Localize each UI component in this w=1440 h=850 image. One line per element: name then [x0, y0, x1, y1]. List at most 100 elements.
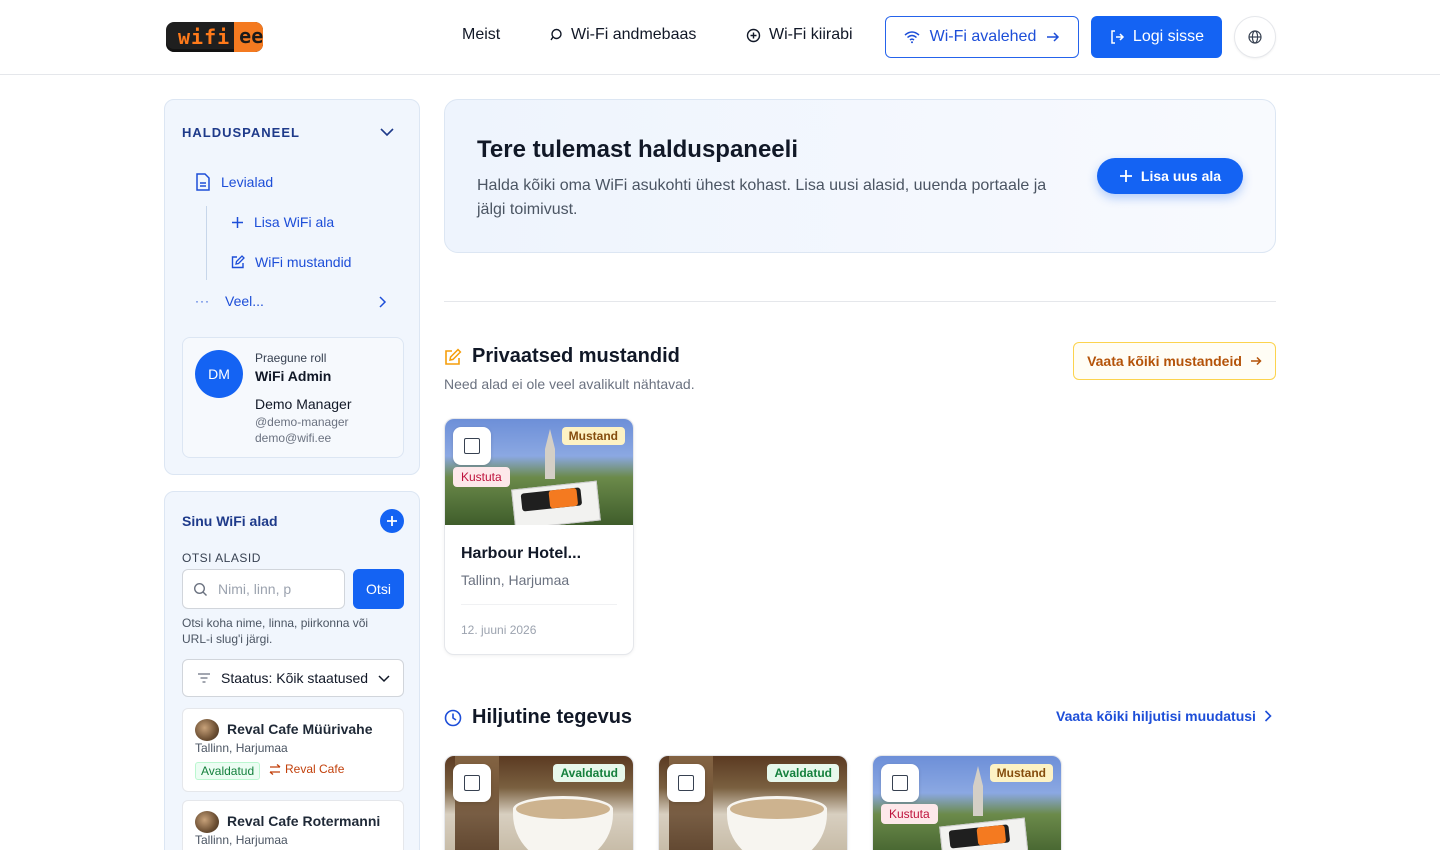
select-checkbox[interactable] — [453, 427, 491, 465]
nav-database-label: Wi-Fi andmebaas — [571, 26, 697, 43]
view-all-drafts-label: Vaata kõiki mustandeid — [1087, 353, 1242, 369]
plus-circle-icon — [746, 28, 761, 42]
sidebar-item-label: Veel... — [225, 293, 264, 309]
search-input[interactable] — [218, 581, 328, 597]
delete-button[interactable]: Kustuta — [881, 804, 938, 824]
wifi-icon — [904, 31, 920, 44]
drafts-subtitle: Need alad ei ole veel avalikult nähtavad… — [444, 376, 695, 392]
search-hint: Otsi koha nime, linna, piirkonna või URL… — [182, 616, 369, 646]
my-wifi-areas-card: Sinu WiFi alad OTSI ALASID Otsi Otsi koh… — [164, 491, 420, 850]
recent-area-card[interactable]: Avaldatud — [444, 755, 634, 850]
plus-icon — [1119, 170, 1132, 182]
wifi-ee-sign-shape — [511, 480, 601, 525]
delete-button[interactable]: Kustuta — [453, 467, 510, 487]
chevron-right-icon — [379, 296, 387, 308]
submenu-guide-line — [206, 206, 207, 280]
draft-badge: Mustand — [561, 427, 625, 445]
card-date: 12. juuni 2026 — [461, 623, 537, 637]
nav-database-link[interactable]: Wi-Fi andmebaas — [549, 26, 696, 44]
arrow-right-icon — [1047, 32, 1060, 42]
published-badge: Avaldatud — [553, 764, 625, 782]
top-header: wifi ee Meist Wi-Fi andmebaas Wi-Fi kiir… — [0, 0, 1440, 75]
linked-area-tag: Reval Cafe — [269, 762, 344, 776]
login-label: Logi sisse — [1132, 28, 1205, 45]
nav-first-aid-label: Wi-Fi kiirabi — [769, 26, 853, 43]
user-name: Demo Manager — [255, 396, 352, 412]
sidebar-item-levialad[interactable]: Levialad — [195, 173, 273, 191]
view-all-recent-link[interactable]: Vaata kõiki hiljutisi muudatusi — [1056, 708, 1272, 724]
sidebar-item-more[interactable]: ··· Veel... — [195, 293, 391, 309]
church-tower-shape — [973, 766, 983, 816]
recent-title-label: Hiljutine tegevus — [472, 706, 633, 728]
arrow-right-icon — [1250, 356, 1262, 366]
drafts-title-label: Privaatsed mustandid — [472, 345, 680, 367]
sidebar-item-add-wifi[interactable]: Lisa WiFi ala — [231, 214, 334, 230]
search-label: OTSI ALASID — [182, 551, 261, 565]
wifi-ee-sign-shape — [939, 817, 1029, 850]
wifi-portals-label: Wi-Fi avalehed — [929, 28, 1037, 45]
card-area-name: Harbour Hotel... — [461, 545, 582, 562]
document-icon — [196, 173, 210, 191]
area-thumbnail — [195, 719, 219, 741]
nav-about-label: Meist — [462, 26, 501, 43]
area-list-item[interactable]: Reval Cafe Rotermanni Tallinn, Harjumaa — [182, 800, 404, 850]
area-location: Tallinn, Harjumaa — [195, 741, 288, 755]
area-name: Reval Cafe Müürivahe — [227, 721, 373, 737]
select-checkbox[interactable] — [881, 764, 919, 802]
chevron-down-icon[interactable] — [379, 124, 395, 145]
recent-area-card[interactable]: Mustand Kustuta — [872, 755, 1062, 850]
recent-activity-title: Hiljutine tegevus — [444, 706, 632, 729]
published-badge: Avaldatud — [767, 764, 839, 782]
chevron-down-icon — [378, 675, 390, 683]
area-location: Tallinn, Harjumaa — [195, 833, 288, 847]
sidebar-item-drafts[interactable]: WiFi mustandid — [231, 254, 351, 270]
area-name: Reval Cafe Rotermanni — [227, 813, 381, 829]
card-area-location: Tallinn, Harjumaa — [461, 572, 570, 588]
area-list-item[interactable]: Reval Cafe Müürivahe Tallinn, Harjumaa A… — [182, 708, 404, 792]
view-all-drafts-button[interactable]: Vaata kõiki mustandeid — [1073, 342, 1276, 380]
role-label: Praegune roll — [255, 351, 327, 365]
view-all-recent-label: Vaata kõiki hiljutisi muudatusi — [1056, 708, 1256, 724]
user-email: demo@wifi.ee — [255, 431, 332, 445]
avatar: DM — [195, 350, 243, 398]
church-tower-shape — [545, 429, 555, 479]
welcome-description: Halda kõiki oma WiFi asukohti ühest koha… — [477, 177, 1047, 218]
status-filter-label: Staatus: Kõik staatused — [221, 670, 369, 686]
wifi-ee-logo[interactable]: wifi ee — [166, 22, 263, 52]
add-area-button[interactable] — [380, 509, 404, 533]
edit-icon — [445, 348, 462, 365]
language-button[interactable] — [1234, 16, 1276, 58]
admin-panel-card: HALDUSPANEEL Levialad Lisa WiFi ala WiFi… — [164, 99, 420, 475]
edit-icon — [231, 255, 245, 269]
current-role-box: DM Praegune roll WiFi Admin Demo Manager… — [182, 337, 404, 458]
drafts-section-title: Privaatsed mustandid — [444, 345, 680, 368]
admin-panel-title: HALDUSPANEEL — [182, 125, 300, 140]
nav-about-link[interactable]: Meist — [462, 26, 500, 44]
section-divider — [444, 301, 1276, 302]
sidebar-item-label: Levialad — [221, 174, 274, 190]
search-icon — [193, 582, 207, 596]
login-icon — [1111, 30, 1124, 44]
add-new-area-button[interactable]: Lisa uus ala — [1097, 158, 1243, 194]
area-thumbnail — [195, 811, 219, 833]
linked-area-label: Reval Cafe — [285, 762, 345, 776]
plus-icon — [387, 516, 397, 526]
draft-badge: Mustand — [989, 764, 1053, 782]
filter-icon — [198, 673, 210, 683]
search-field[interactable] — [182, 569, 345, 609]
status-filter-select[interactable]: Staatus: Kõik staatused — [182, 659, 404, 697]
my-areas-title: Sinu WiFi alad — [182, 513, 278, 529]
chat-bubble-icon — [550, 28, 562, 41]
nav-first-aid-link[interactable]: Wi-Fi kiirabi — [746, 26, 853, 44]
search-button[interactable]: Otsi — [353, 569, 404, 609]
select-checkbox[interactable] — [453, 764, 491, 802]
dots-icon: ··· — [195, 294, 210, 308]
coffee-cup-top-shape — [727, 796, 827, 822]
draft-area-card[interactable]: Mustand Kustuta Harbour Hotel... Tallinn… — [444, 418, 634, 655]
login-button[interactable]: Logi sisse — [1091, 16, 1222, 58]
recent-area-card[interactable]: Avaldatud — [658, 755, 848, 850]
select-checkbox[interactable] — [667, 764, 705, 802]
swap-icon — [269, 763, 281, 775]
card-divider — [461, 604, 617, 605]
wifi-portals-button[interactable]: Wi-Fi avalehed — [885, 16, 1079, 58]
